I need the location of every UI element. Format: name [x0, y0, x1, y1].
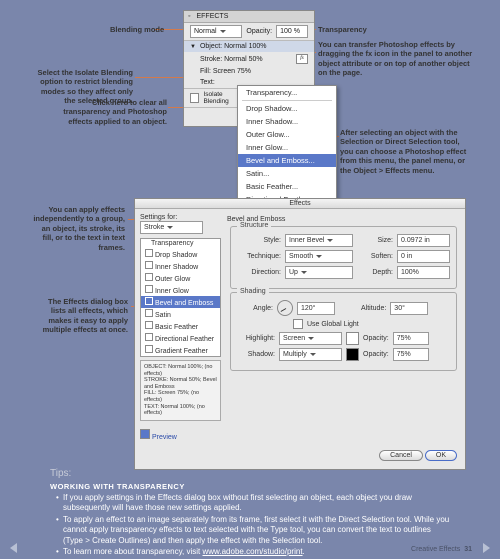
- text-row[interactable]: Text:: [200, 79, 215, 86]
- list-item[interactable]: Drop Shadow: [141, 248, 220, 260]
- callout-dialog-lists: The Effects dialog box lists all effects…: [33, 297, 128, 335]
- list-item[interactable]: Basic Feather: [141, 320, 220, 332]
- menu-item[interactable]: Satin...: [238, 167, 336, 180]
- callout-transfer-fx: You can transfer Photoshop effects by dr…: [318, 40, 478, 78]
- next-page-arrow[interactable]: [483, 543, 490, 553]
- soften-input[interactable]: 0 in: [397, 250, 450, 263]
- settings-for-select[interactable]: Stroke: [140, 221, 203, 234]
- direction-select[interactable]: Up: [285, 266, 353, 279]
- fx-icon[interactable]: fx: [296, 54, 308, 64]
- list-item-highlighted[interactable]: Bevel and Emboss: [141, 296, 220, 308]
- tips-heading: Tips:: [50, 468, 450, 479]
- size-input[interactable]: 0.0972 in: [397, 234, 450, 247]
- tips-section: Tips: WORKING WITH TRANSPARENCY If you a…: [50, 468, 450, 558]
- list-item[interactable]: Inner Shadow: [141, 260, 220, 272]
- angle-dial[interactable]: [277, 300, 293, 316]
- style-select[interactable]: Inner Bevel: [285, 234, 353, 247]
- list-item[interactable]: Gradient Feather: [141, 344, 220, 356]
- highlight-mode-select[interactable]: Screen: [279, 332, 342, 345]
- altitude-input[interactable]: 30°: [390, 302, 428, 315]
- blending-mode-select[interactable]: Normal: [190, 25, 242, 38]
- shadow-mode-select[interactable]: Multiply: [279, 348, 342, 361]
- ok-button[interactable]: OK: [425, 450, 457, 461]
- callout-blending-mode: Blending mode: [110, 25, 164, 34]
- list-item[interactable]: Inner Glow: [141, 284, 220, 296]
- callout-apply-independently: You can apply effects independently to a…: [33, 205, 125, 252]
- angle-input[interactable]: 120°: [297, 302, 335, 315]
- cancel-button[interactable]: Cancel: [379, 450, 423, 461]
- object-row[interactable]: Object: Normal 100%: [200, 43, 267, 50]
- effects-summary: OBJECT: Normal 100%; (no effects) STROKE…: [140, 360, 221, 421]
- effects-list: Transparency Drop Shadow Inner Shadow Ou…: [140, 238, 221, 357]
- tips-link[interactable]: www.adobe.com/studio/print: [202, 547, 302, 556]
- tips-subheading: WORKING WITH TRANSPARENCY: [50, 482, 450, 491]
- shadow-color[interactable]: [346, 348, 359, 361]
- global-light-checkbox[interactable]: [293, 319, 303, 329]
- fill-row[interactable]: Fill: Screen 75%: [200, 68, 251, 75]
- menu-item[interactable]: Inner Glow...: [238, 141, 336, 154]
- opacity-input[interactable]: 100 %: [276, 25, 308, 38]
- preview-checkbox[interactable]: [140, 429, 150, 439]
- isolate-checkbox[interactable]: [190, 93, 199, 103]
- callout-transparency: Transparency: [318, 25, 367, 34]
- tip-item: To apply an effect to an image separatel…: [58, 515, 450, 546]
- list-item[interactable]: Satin: [141, 308, 220, 320]
- highlight-opacity[interactable]: 75%: [393, 332, 429, 345]
- list-item[interactable]: Outer Glow: [141, 272, 220, 284]
- technique-select[interactable]: Smooth: [285, 250, 353, 263]
- effects-dialog: Effects Settings for: Stroke Transparenc…: [134, 198, 466, 470]
- depth-input[interactable]: 100%: [397, 266, 450, 279]
- stroke-row[interactable]: Stroke: Normal 50%: [200, 56, 263, 63]
- menu-item-highlighted[interactable]: Bevel and Emboss...: [238, 154, 336, 167]
- callout-clear-all: Click here to clear all transparency and…: [62, 98, 167, 126]
- list-item[interactable]: Directional Feather: [141, 332, 220, 344]
- menu-item[interactable]: Inner Shadow...: [238, 115, 336, 128]
- dialog-title: Effects: [135, 199, 465, 209]
- menu-item[interactable]: Drop Shadow...: [238, 102, 336, 115]
- tip-item: If you apply settings in the Effects dia…: [58, 493, 450, 514]
- effects-tab[interactable]: EFFECTS: [196, 13, 228, 20]
- tip-item: To learn more about transparency, visit …: [58, 547, 450, 557]
- callout-after-select: After selecting an object with the Selec…: [340, 128, 472, 175]
- menu-item[interactable]: Basic Feather...: [238, 180, 336, 193]
- highlight-color[interactable]: [346, 332, 359, 345]
- shadow-opacity[interactable]: 75%: [393, 348, 429, 361]
- menu-transparency[interactable]: Transparency...: [238, 86, 336, 99]
- page-footer: Creative Effects 31: [411, 546, 472, 553]
- menu-item[interactable]: Outer Glow...: [238, 128, 336, 141]
- prev-page-arrow[interactable]: [10, 543, 17, 553]
- list-transparency[interactable]: Transparency: [141, 239, 220, 248]
